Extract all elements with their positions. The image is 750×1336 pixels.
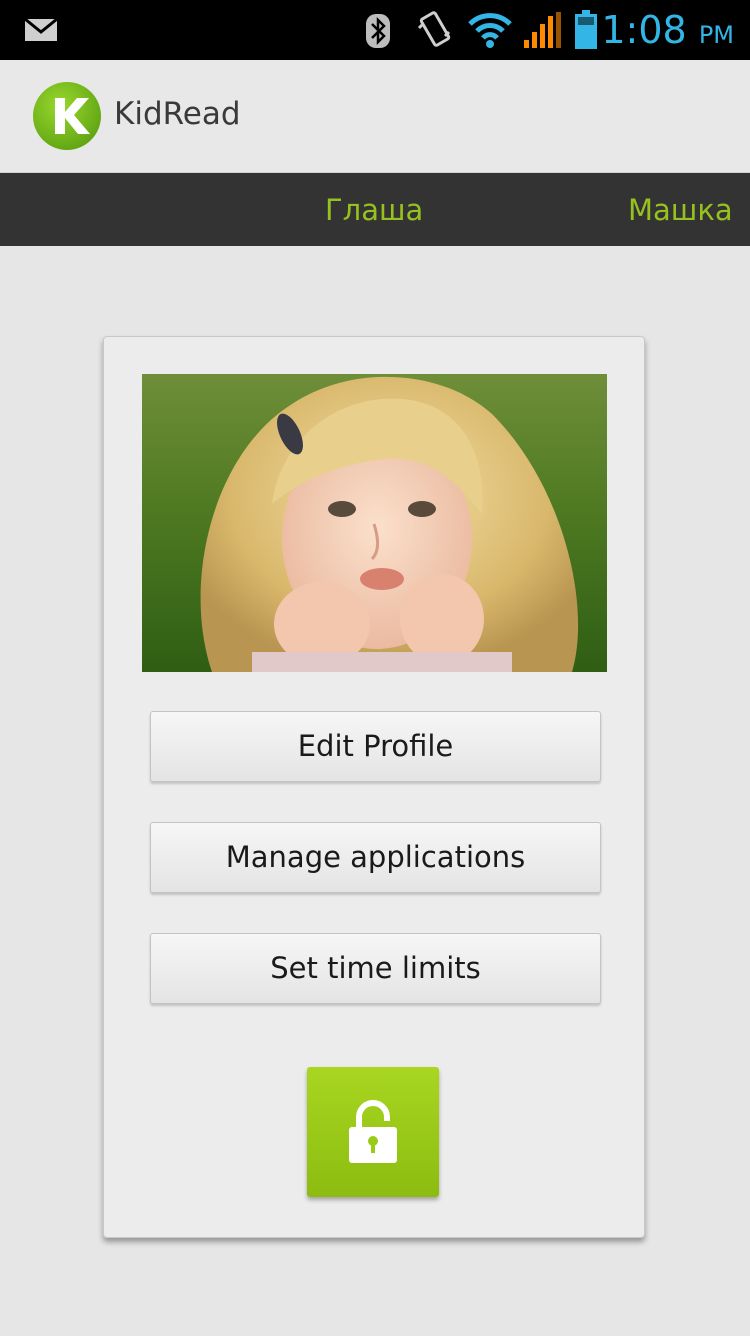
status-bar: 1:08 PM	[0, 0, 750, 60]
edit-profile-button[interactable]: Edit Profile	[150, 711, 601, 782]
status-time-value: 1:08	[601, 8, 687, 52]
signal-icon	[524, 12, 561, 48]
unlock-icon	[349, 1100, 397, 1163]
mail-icon	[24, 18, 58, 41]
tab-mashka[interactable]: Машка	[628, 193, 733, 227]
battery-icon	[575, 10, 597, 49]
lock-button[interactable]	[307, 1067, 439, 1197]
profile-photo[interactable]	[142, 374, 607, 672]
status-time: 1:08 PM	[601, 8, 734, 57]
app-title: KidRead	[114, 96, 241, 132]
vibrate-icon	[417, 11, 451, 47]
app-logo-icon[interactable]	[33, 82, 101, 150]
app-bar: KidRead	[0, 60, 750, 173]
profile-tabs: Глаша Машка	[0, 173, 750, 246]
bluetooth-icon	[366, 14, 390, 48]
profile-card: Edit Profile Manage applications Set tim…	[103, 336, 645, 1238]
set-time-limits-button[interactable]: Set time limits	[150, 933, 601, 1004]
wifi-icon	[468, 13, 512, 48]
tab-glasha[interactable]: Глаша	[325, 193, 423, 227]
status-time-ampm: PM	[698, 21, 734, 49]
manage-applications-button[interactable]: Manage applications	[150, 822, 601, 893]
